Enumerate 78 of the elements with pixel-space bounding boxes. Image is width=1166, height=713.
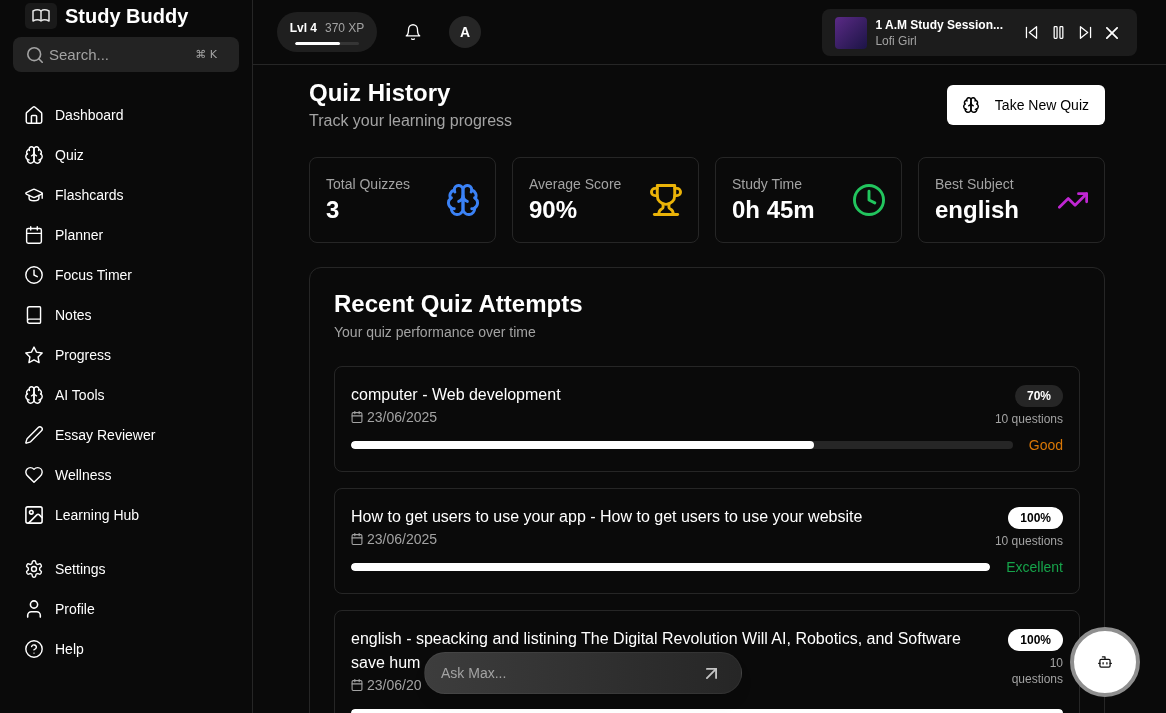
calendar-icon: [351, 533, 363, 545]
chat-input-field[interactable]: Ask Max...: [424, 652, 742, 694]
quiz-title: english - speacking and listining The Digital Revolution Will AI, Robotics, and Software: [351, 629, 961, 649]
user-icon: [25, 600, 43, 618]
avatar[interactable]: A: [449, 16, 481, 48]
nav-item[interactable]: Planner: [0, 215, 252, 255]
score-badge: 70%: [1014, 385, 1063, 407]
pause-icon[interactable]: [1052, 26, 1065, 39]
track-title: 1 A.M Study Session...: [875, 16, 1003, 33]
nav-item[interactable]: Essay Reviewer: [0, 415, 252, 455]
score-badge: 100%: [1008, 507, 1063, 529]
settings-icon: [25, 560, 43, 578]
stat-value: 3: [326, 195, 341, 225]
stat-label: Average Score: [529, 175, 622, 194]
nav-item[interactable]: AI Tools: [0, 375, 252, 415]
page-subtitle: Track your learning progress: [309, 111, 513, 131]
calendar-icon: [351, 411, 363, 423]
star-icon: [25, 346, 43, 364]
book-icon: [25, 306, 43, 324]
section-title: Recent Quiz Attempts: [334, 289, 584, 319]
nav-item[interactable]: Wellness: [0, 455, 252, 495]
stat-value: 0h 45m: [732, 195, 815, 225]
pencil-icon: [25, 426, 43, 444]
album-art-placeholder: [835, 16, 868, 49]
brain-icon: [962, 97, 979, 113]
stat-value: 90%: [529, 195, 579, 225]
skip-back-icon[interactable]: [1025, 26, 1038, 39]
question-count: 10 questions: [994, 411, 1063, 427]
nav-item[interactable]: Progress: [0, 335, 252, 375]
app-name: Study Buddy: [65, 4, 189, 28]
robot-icon: [1098, 656, 1112, 668]
score-badge: 100%: [1008, 629, 1063, 651]
nav-item[interactable]: Profile: [0, 589, 252, 629]
quiz-title: computer - Web development: [351, 385, 561, 405]
nav-item[interactable]: Help: [0, 629, 252, 669]
shortcut-hint: ⌘ K: [195, 47, 217, 62]
stat-label: Total Quizzes: [326, 175, 411, 194]
arrow-up-right-icon[interactable]: [706, 667, 717, 679]
calendar-icon: [25, 226, 43, 244]
nav-item[interactable]: Flashcards: [0, 175, 252, 215]
track-artist: Lofi Girl: [875, 32, 918, 49]
book-logo-icon: [25, 3, 57, 29]
section-subtitle: Your quiz performance over time: [334, 323, 537, 342]
take-new-quiz-button[interactable]: Take New Quiz: [946, 85, 1105, 125]
brain-icon: [25, 146, 43, 164]
nav-item[interactable]: Dashboard: [0, 95, 252, 135]
level-label: Lvl 4: [289, 20, 317, 37]
nav-item[interactable]: Quiz: [0, 135, 252, 175]
stat-value: english: [935, 195, 1019, 225]
page-title: Quiz History: [309, 78, 452, 108]
quiz-date: 23/06/20: [367, 676, 422, 695]
house-icon: [25, 106, 43, 124]
nav-item[interactable]: Settings: [0, 549, 252, 589]
stat-label: Study Time: [732, 175, 804, 194]
question-count: 10 questions: [994, 533, 1063, 549]
xp-label: 370 XP: [325, 20, 365, 37]
calendar-icon: [351, 679, 363, 691]
graduation-cap-icon: [25, 186, 43, 204]
rating-label: Excellent: [1006, 558, 1063, 577]
help-icon: [25, 640, 43, 658]
search-icon: [27, 46, 43, 63]
question-count: 10 questions: [1010, 655, 1063, 687]
stat-label: Best Subject: [935, 175, 1015, 194]
quiz-title: How to get users to use your app - How to get users to use your website: [351, 507, 863, 527]
image-icon: [25, 506, 43, 524]
quiz-title: save hum: [351, 653, 421, 673]
close-icon[interactable]: [1106, 26, 1118, 39]
quiz-date: 23/06/2025: [367, 530, 438, 549]
heart-icon: [25, 466, 43, 484]
skip-forward-icon[interactable]: [1079, 26, 1092, 39]
nav-item[interactable]: Learning Hub: [0, 495, 252, 535]
quiz-date: 23/06/2025: [367, 408, 438, 427]
clock-icon: [25, 266, 43, 284]
rating-label: Good: [1028, 436, 1063, 455]
brain-icon: [25, 386, 43, 404]
nav-item[interactable]: Focus Timer: [0, 255, 252, 295]
nav-item[interactable]: Notes: [0, 295, 252, 335]
bell-icon[interactable]: [405, 24, 421, 40]
